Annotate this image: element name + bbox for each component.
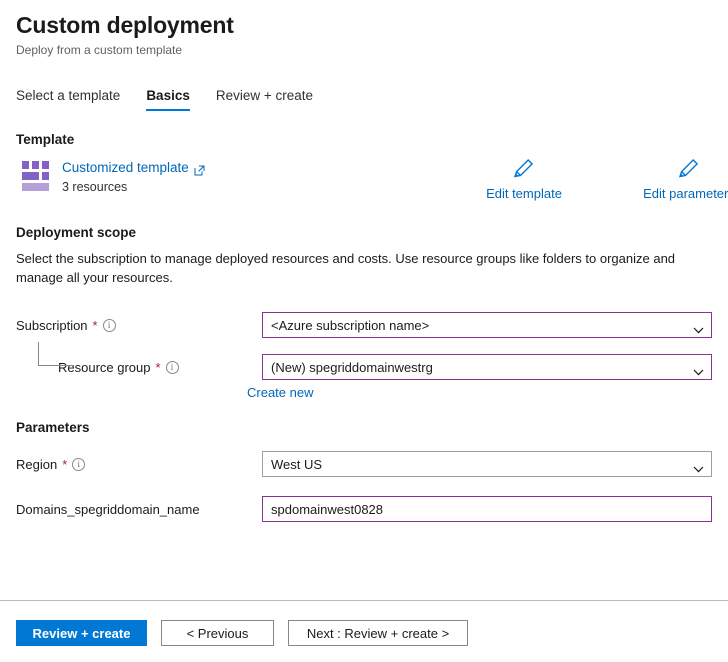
region-control: West US bbox=[262, 451, 712, 477]
create-new-link[interactable]: Create new bbox=[247, 384, 313, 401]
info-icon[interactable]: i bbox=[166, 361, 179, 374]
subscription-label-text: Subscription bbox=[16, 318, 88, 333]
next-button[interactable]: Next : Review + create > bbox=[288, 620, 468, 646]
domain-name-row: Domains_spegriddomain_name bbox=[16, 496, 728, 522]
resource-group-control: (New) spegriddomainwestrg bbox=[262, 354, 712, 380]
region-label-text: Region bbox=[16, 457, 57, 472]
resource-group-label: Resource group * i bbox=[58, 360, 179, 375]
subscription-label: Subscription * i bbox=[16, 318, 116, 333]
subscription-dropdown[interactable]: <Azure subscription name> bbox=[262, 312, 712, 338]
edit-parameters-button[interactable]: Edit parameters bbox=[635, 155, 728, 202]
review-create-button[interactable]: Review + create bbox=[16, 620, 147, 646]
customized-template-label: Customized template bbox=[62, 159, 189, 177]
domain-name-control bbox=[262, 496, 712, 522]
required-asterisk: * bbox=[62, 457, 67, 472]
region-value: West US bbox=[271, 457, 322, 472]
domain-name-input[interactable] bbox=[262, 496, 712, 522]
deployment-scope-section: Deployment scope Select the subscription… bbox=[0, 225, 728, 287]
template-text: Customized template 3 resources bbox=[62, 159, 205, 196]
edit-parameters-label: Edit parameters bbox=[643, 185, 728, 202]
region-row: Region * i West US bbox=[16, 451, 728, 477]
subscription-row: Subscription * i <Azure subscription nam… bbox=[16, 312, 728, 338]
domain-name-label-text: Domains_spegriddomain_name bbox=[16, 502, 200, 517]
chevron-down-icon bbox=[693, 322, 704, 329]
previous-button[interactable]: < Previous bbox=[161, 620, 274, 646]
custom-deployment-page: Custom deployment Deploy from a custom t… bbox=[0, 0, 728, 662]
customized-template-link[interactable]: Customized template bbox=[62, 159, 205, 177]
resource-group-row: Resource group * i (New) spegriddomainwe… bbox=[16, 354, 728, 380]
deployment-scope-heading: Deployment scope bbox=[16, 225, 728, 240]
template-resource-count: 3 resources bbox=[62, 179, 205, 196]
pencil-icon bbox=[511, 155, 537, 181]
template-blocks-icon bbox=[22, 161, 52, 191]
info-icon[interactable]: i bbox=[103, 319, 116, 332]
template-actions: Edit template Edit parameters bbox=[470, 155, 728, 202]
region-dropdown[interactable]: West US bbox=[262, 451, 712, 477]
wizard-footer: Review + create < Previous Next : Review… bbox=[16, 620, 468, 646]
subscription-value: <Azure subscription name> bbox=[271, 318, 429, 333]
deployment-scope-description: Select the subscription to manage deploy… bbox=[16, 249, 676, 287]
external-link-icon bbox=[194, 163, 205, 174]
region-label: Region * i bbox=[16, 457, 85, 472]
parameters-heading: Parameters bbox=[16, 420, 728, 435]
tab-select-a-template[interactable]: Select a template bbox=[16, 87, 120, 111]
footer-divider bbox=[0, 600, 728, 601]
pencil-icon bbox=[676, 155, 702, 181]
required-asterisk: * bbox=[93, 318, 98, 333]
chevron-down-icon bbox=[693, 364, 704, 371]
create-new-row: Create new bbox=[0, 384, 728, 402]
subscription-control: <Azure subscription name> bbox=[262, 312, 712, 338]
wizard-tabs: Select a template Basics Review + create bbox=[16, 85, 728, 111]
info-icon[interactable]: i bbox=[72, 458, 85, 471]
required-asterisk: * bbox=[156, 360, 161, 375]
parameters-section: Parameters bbox=[0, 420, 728, 435]
template-heading: Template bbox=[16, 132, 728, 147]
page-subtitle: Deploy from a custom template bbox=[16, 42, 728, 58]
page-title: Custom deployment bbox=[16, 10, 728, 40]
resource-group-value: (New) spegriddomainwestrg bbox=[271, 360, 433, 375]
edit-template-label: Edit template bbox=[486, 185, 562, 202]
tab-review-create[interactable]: Review + create bbox=[216, 87, 313, 111]
chevron-down-icon bbox=[693, 461, 704, 468]
page-header: Custom deployment Deploy from a custom t… bbox=[0, 0, 728, 58]
domain-name-label: Domains_spegriddomain_name bbox=[16, 502, 200, 517]
tab-basics[interactable]: Basics bbox=[146, 87, 190, 111]
edit-template-button[interactable]: Edit template bbox=[470, 155, 578, 202]
scope-tree-connector bbox=[38, 342, 74, 366]
resource-group-dropdown[interactable]: (New) spegriddomainwestrg bbox=[262, 354, 712, 380]
